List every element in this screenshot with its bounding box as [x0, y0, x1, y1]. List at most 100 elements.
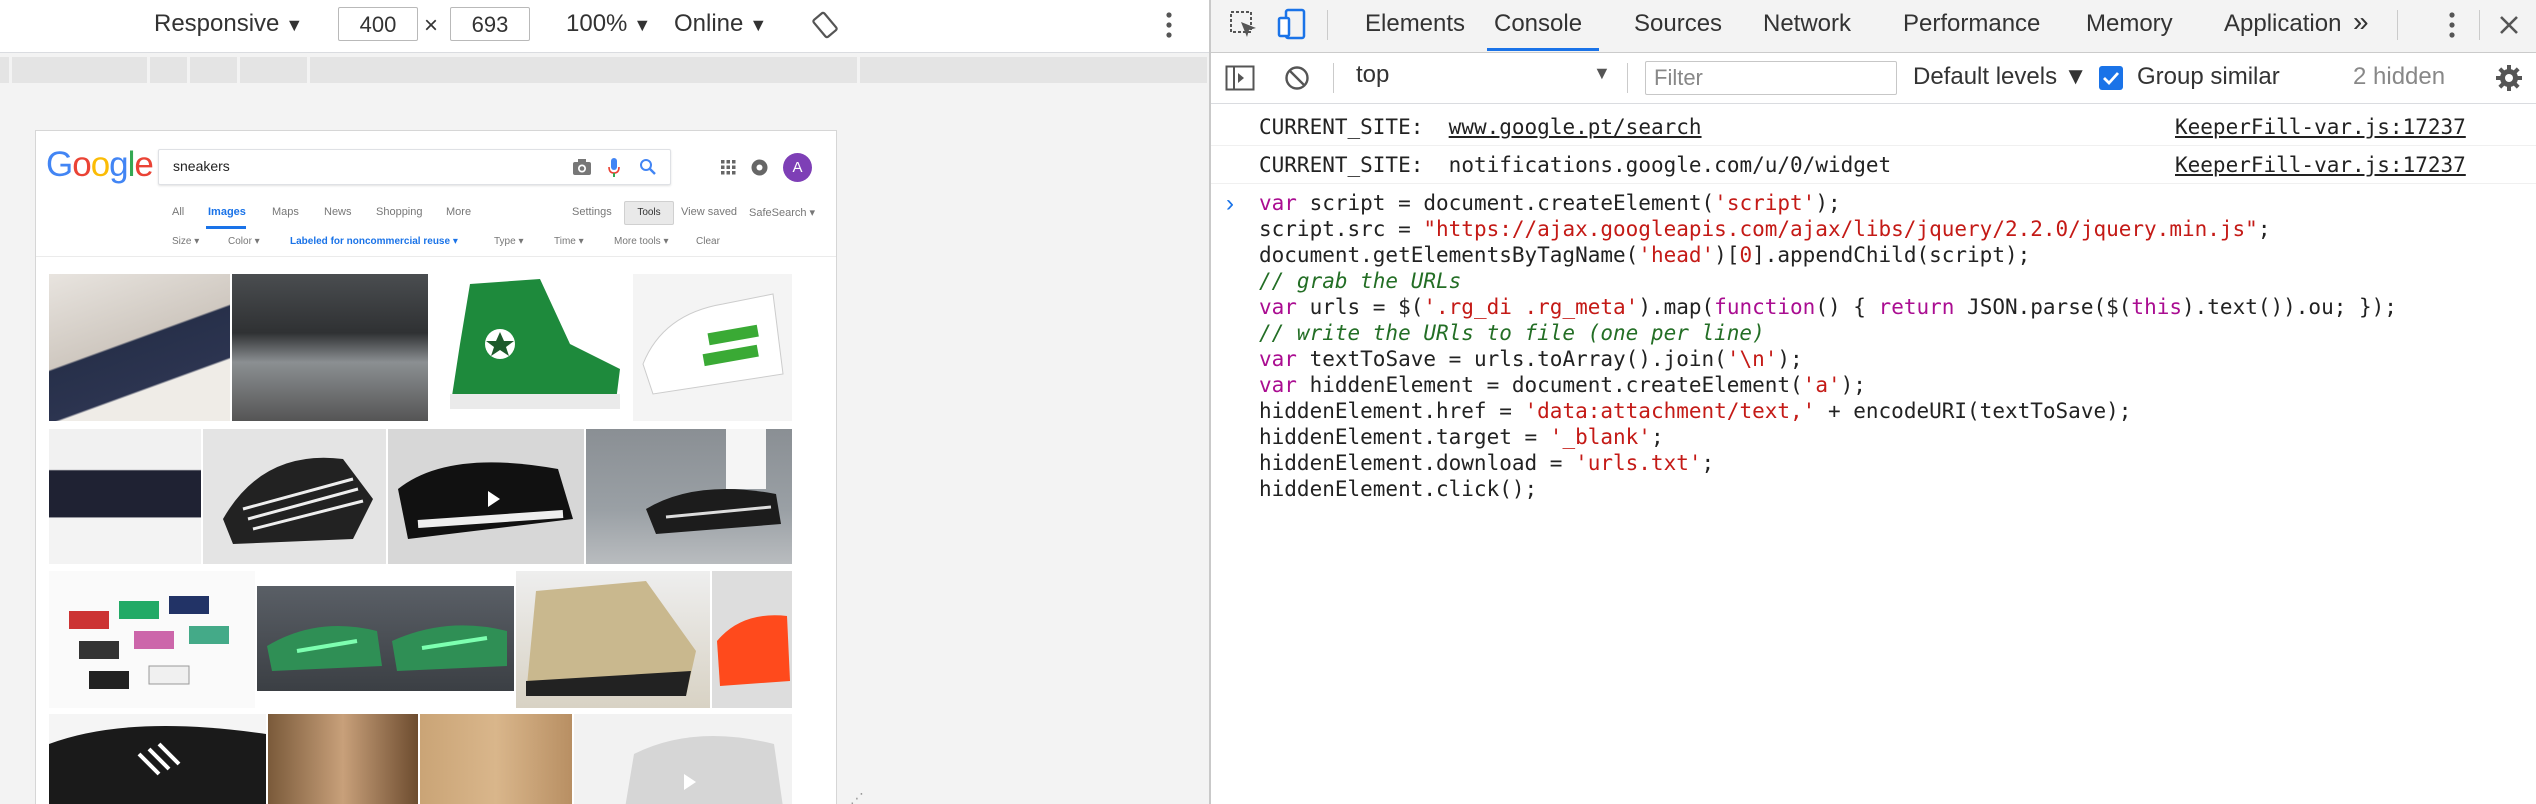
ruler-segment[interactable] — [12, 57, 150, 83]
code-token: document.getElementsByTagName( — [1259, 243, 1639, 267]
tab-memory[interactable]: Memory — [2086, 10, 2173, 38]
image-result[interactable] — [268, 714, 418, 804]
image-result[interactable] — [420, 714, 572, 804]
code-token: // grab the URLs — [1259, 269, 1462, 293]
rotate-icon[interactable] — [810, 10, 840, 40]
tab-maps[interactable]: Maps — [272, 206, 299, 218]
tab-performance[interactable]: Performance — [1903, 10, 2040, 38]
tool-type[interactable]: Type ▾ — [494, 236, 523, 247]
emulated-viewport: Google sneakers A All Images Maps News S… — [35, 130, 837, 804]
tab-images[interactable]: Images — [208, 206, 246, 218]
clear-console-icon[interactable] — [1284, 65, 1310, 91]
image-result[interactable] — [430, 274, 631, 421]
image-result[interactable] — [49, 429, 201, 564]
image-result[interactable] — [574, 714, 792, 804]
toolbar-separator — [2479, 10, 2480, 40]
image-result[interactable] — [232, 274, 428, 421]
safesearch-link[interactable]: SafeSearch ▾ — [749, 206, 815, 219]
source-link[interactable]: KeeperFill-var.js:17237 — [2175, 115, 2466, 139]
device-select[interactable]: Responsive ▼ — [154, 10, 303, 38]
tab-more[interactable]: More — [446, 206, 471, 218]
chevron-down-icon[interactable]: ▼ — [1593, 63, 1611, 84]
settings-link[interactable]: Settings — [572, 206, 612, 218]
media-query-ruler[interactable] — [0, 53, 1210, 87]
ruler-segment[interactable] — [860, 57, 1210, 83]
code-token: ; — [1650, 425, 1664, 449]
camera-icon[interactable] — [572, 158, 592, 176]
tab-console[interactable]: Console — [1494, 10, 1582, 38]
code-token: '_blank' — [1549, 425, 1651, 449]
code-token: hiddenElement = document.createElement( — [1296, 373, 1803, 397]
network-label: Online — [674, 10, 744, 37]
ruler-segment[interactable] — [150, 57, 190, 83]
height-input[interactable]: 693 — [450, 7, 530, 41]
width-input[interactable]: 400 — [338, 7, 418, 41]
tool-more-tools[interactable]: More tools ▾ — [614, 236, 668, 247]
google-logo[interactable]: Google — [46, 145, 154, 185]
notifications-icon[interactable] — [751, 159, 768, 176]
logo-letter: G — [46, 145, 73, 184]
tool-time[interactable]: Time ▾ — [554, 236, 584, 247]
hidden-count: 2 hidden — [2353, 63, 2446, 90]
tool-size[interactable]: Size ▾ — [172, 236, 199, 247]
image-result[interactable] — [203, 429, 386, 564]
filter-input[interactable]: Filter — [1645, 61, 1897, 95]
inspect-element-icon[interactable] — [1229, 10, 1259, 40]
customize-menu-icon[interactable] — [2447, 10, 2457, 40]
tool-color[interactable]: Color ▾ — [228, 236, 260, 247]
more-options-icon[interactable] — [1164, 10, 1174, 40]
search-icon[interactable] — [639, 158, 657, 176]
image-result[interactable] — [586, 429, 792, 564]
close-icon[interactable] — [2498, 14, 2520, 36]
ruler-segment[interactable] — [310, 57, 860, 83]
image-result[interactable] — [49, 714, 266, 804]
zoom-select[interactable]: 100% ▼ — [566, 10, 651, 38]
microphone-icon[interactable] — [607, 157, 621, 179]
image-result[interactable] — [49, 571, 255, 708]
ruler-segment[interactable] — [0, 57, 12, 83]
image-result[interactable] — [712, 571, 792, 708]
avatar[interactable]: A — [783, 153, 812, 182]
code-token: 'data:attachment/text,' — [1524, 399, 1816, 423]
resize-handle[interactable]: ⋰ — [850, 790, 864, 804]
context-select[interactable]: top — [1356, 61, 1389, 89]
dimension-separator: × — [424, 12, 439, 39]
gear-icon[interactable] — [2494, 63, 2524, 93]
sidebar-toggle-icon[interactable] — [1225, 65, 1255, 91]
ruler-segment[interactable] — [240, 57, 310, 83]
tab-sources[interactable]: Sources — [1634, 10, 1722, 38]
more-tabs-button[interactable]: » — [2353, 6, 2369, 38]
log-value[interactable]: www.google.pt/search — [1449, 115, 1702, 139]
view-saved-link[interactable]: View saved — [681, 206, 737, 218]
search-query[interactable]: sneakers — [173, 158, 230, 174]
ruler-segment[interactable] — [190, 57, 240, 83]
network-throttle-select[interactable]: Online ▼ — [674, 10, 767, 38]
code-line: hiddenElement.download = 'urls.txt'; — [1259, 450, 2397, 476]
image-result[interactable] — [388, 429, 584, 564]
code-token: ; — [2257, 217, 2271, 241]
image-result[interactable] — [49, 274, 230, 421]
image-result[interactable] — [633, 274, 792, 421]
group-similar-checkbox[interactable] — [2099, 66, 2123, 90]
google-search-box[interactable]: sneakers — [158, 149, 671, 185]
log-levels-select[interactable]: Default levels ▼ — [1913, 63, 2088, 91]
code-token: return — [1878, 295, 1955, 319]
tab-shopping[interactable]: Shopping — [376, 206, 423, 218]
tools-button[interactable]: Tools — [624, 201, 674, 225]
tab-network[interactable]: Network — [1763, 10, 1851, 38]
code-token: var — [1259, 191, 1297, 215]
tab-application[interactable]: Application — [2224, 10, 2341, 38]
console-input-code[interactable]: var script = document.createElement('scr… — [1259, 190, 2397, 502]
tool-usage-rights[interactable]: Labeled for noncommercial reuse ▾ — [290, 236, 458, 247]
devtools-panel: Elements Console Sources Network Perform… — [1211, 0, 2536, 804]
source-link[interactable]: KeeperFill-var.js:17237 — [2175, 153, 2466, 177]
device-toolbar-icon[interactable] — [1277, 8, 1307, 40]
tab-all[interactable]: All — [172, 206, 184, 218]
image-result[interactable] — [257, 586, 514, 691]
image-result[interactable] — [516, 571, 710, 708]
active-tab-indicator — [206, 226, 246, 229]
apps-grid-icon[interactable] — [721, 160, 736, 175]
tool-clear[interactable]: Clear — [696, 236, 720, 247]
tab-elements[interactable]: Elements — [1365, 10, 1465, 38]
tab-news[interactable]: News — [324, 206, 352, 218]
